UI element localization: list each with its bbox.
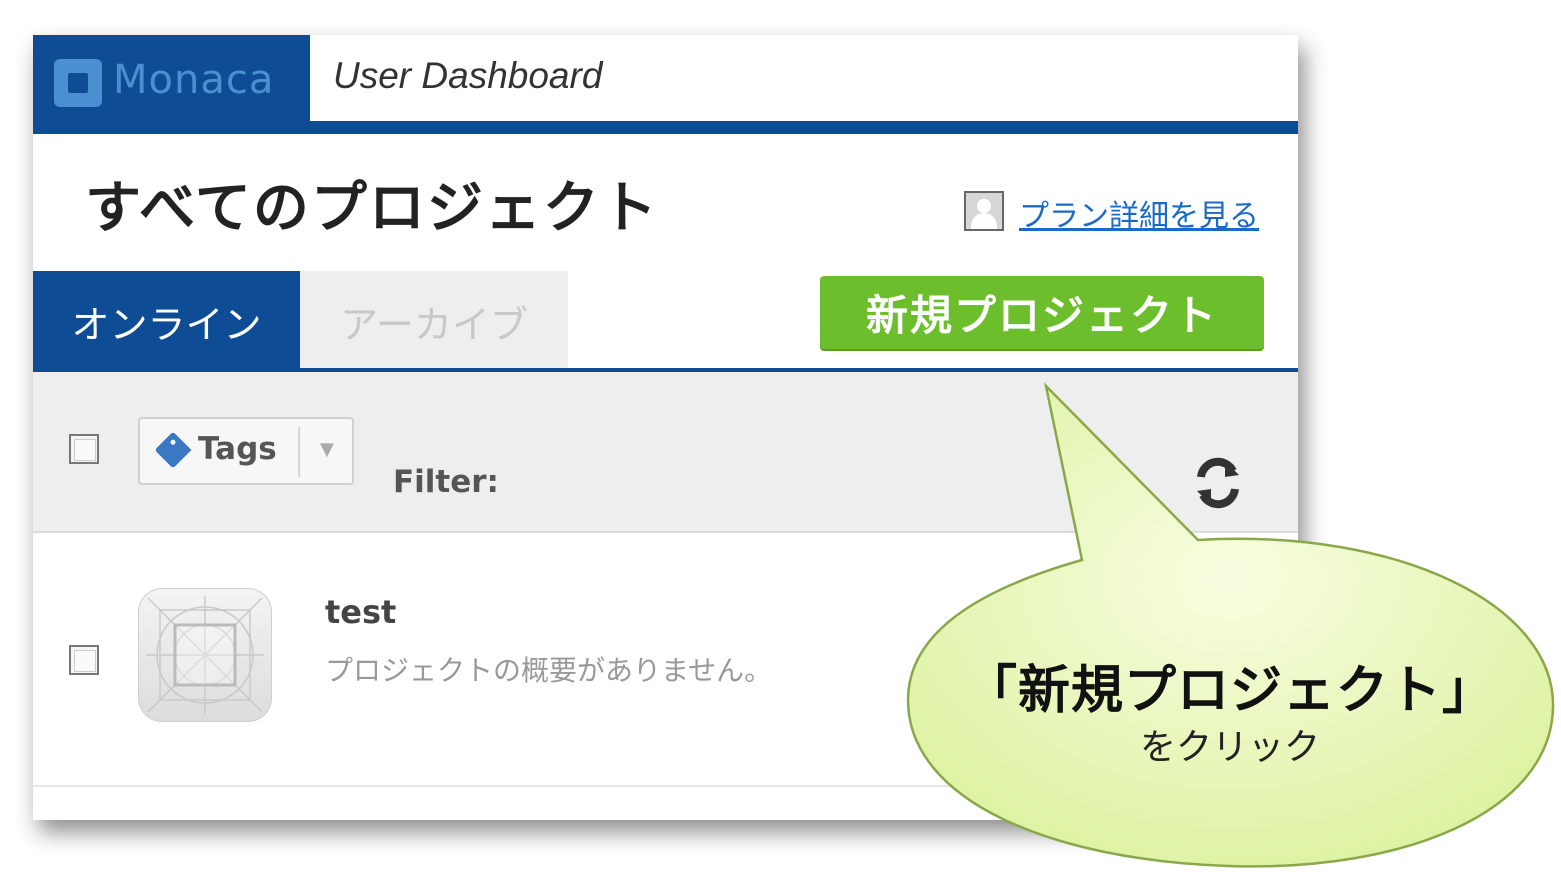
page-title: すべてのプロジェクト (85, 176, 659, 241)
brand-logo[interactable]: Monaca (33, 35, 310, 134)
brand-name: Monaca (113, 57, 275, 103)
callout-title: 「新規プロジェクト」 (964, 661, 1495, 721)
header-divider (33, 121, 1298, 134)
tag-icon (154, 431, 192, 469)
tags-label: Tags (198, 431, 277, 467)
filter-label: Filter: (393, 464, 499, 500)
plan-details-link[interactable]: プラン詳細を見る (1019, 191, 1259, 235)
tags-dropdown[interactable]: Tags ▼ (138, 417, 354, 485)
project-name[interactable]: test (325, 593, 396, 631)
tab-archive[interactable]: アーカイブ (300, 271, 568, 371)
app-placeholder-icon (146, 596, 264, 714)
project-description: プロジェクトの概要がありません。 (325, 654, 773, 687)
chevron-down-icon[interactable]: ▼ (320, 439, 334, 460)
dropdown-divider (298, 427, 300, 477)
monaca-logo-icon (54, 59, 102, 107)
new-project-button[interactable]: 新規プロジェクト (820, 276, 1264, 349)
avatar[interactable] (964, 191, 1004, 231)
tab-online[interactable]: オンライン (33, 271, 300, 371)
project-toolbar: Tags ▼ Filter: (33, 372, 1298, 533)
project-thumbnail[interactable] (138, 588, 272, 722)
callout-subtitle: をクリック (1139, 727, 1320, 768)
app-title: User Dashboard (333, 55, 603, 96)
select-all-checkbox[interactable] (69, 434, 99, 464)
top-bar: Monaca User Dashboard (33, 35, 1298, 134)
refresh-icon[interactable] (1193, 455, 1243, 511)
project-checkbox[interactable] (69, 645, 99, 675)
